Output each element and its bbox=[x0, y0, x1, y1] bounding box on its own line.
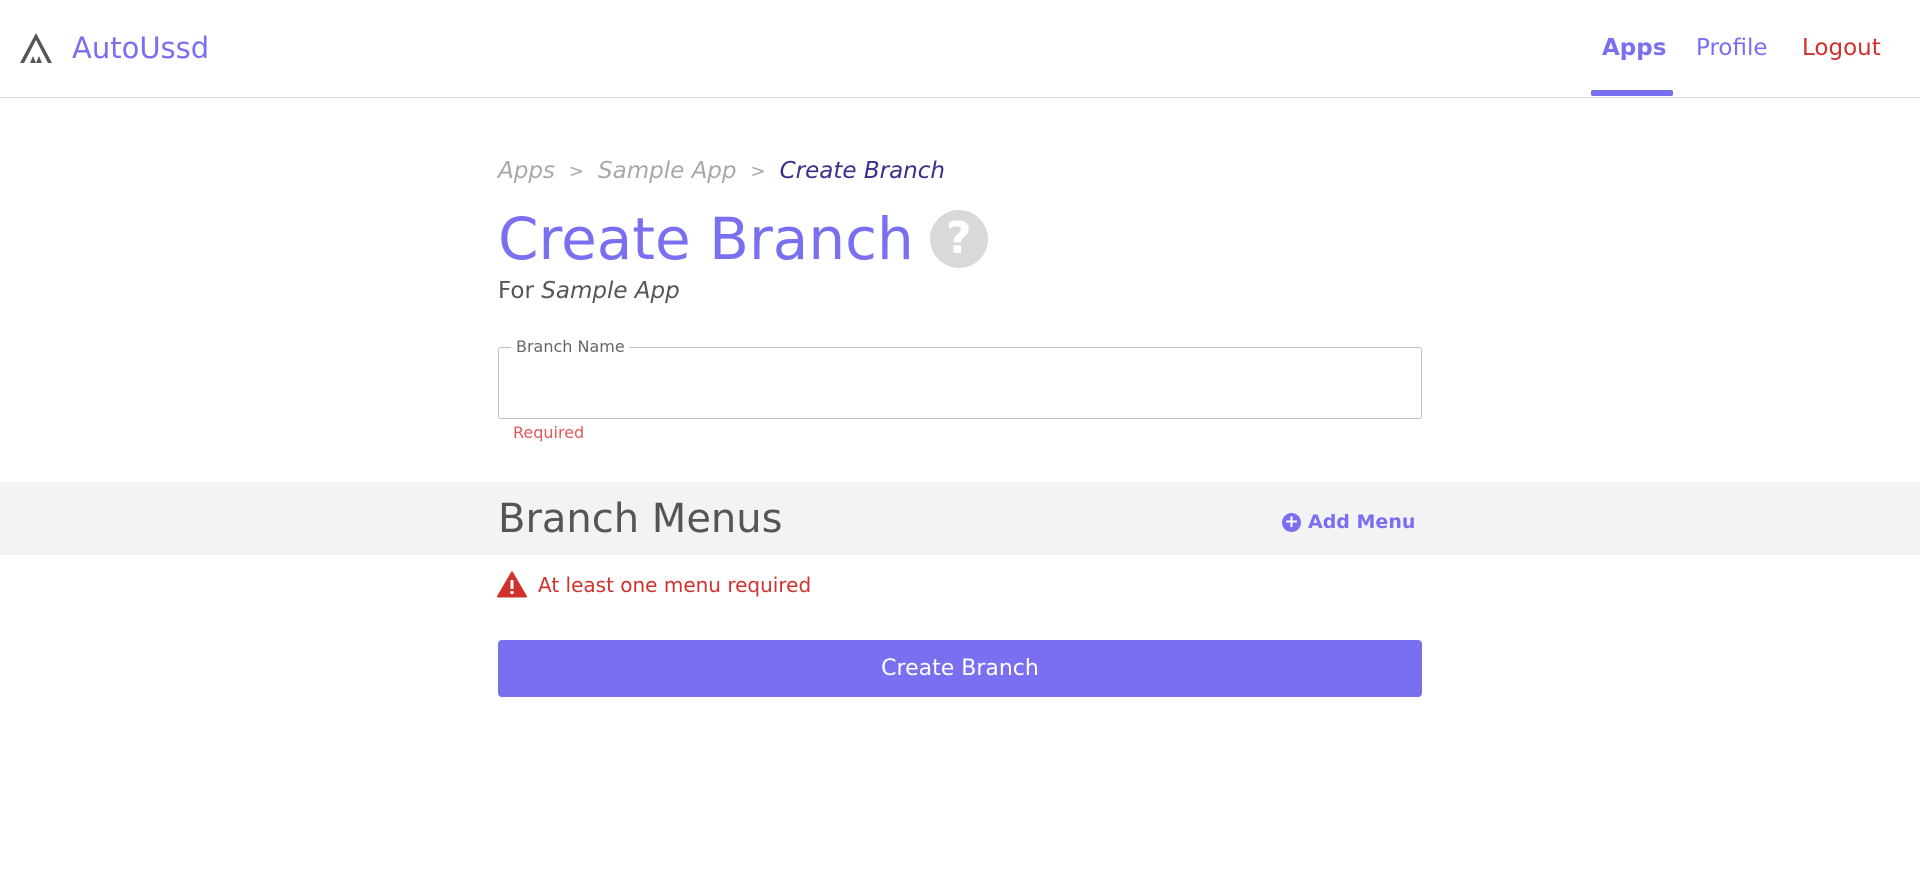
brand-name: AutoUssd bbox=[72, 31, 210, 65]
page-title: Create Branch bbox=[498, 205, 914, 273]
branch-name-error: Required bbox=[513, 423, 585, 442]
branch-name-field: Branch Name bbox=[498, 337, 1422, 419]
branch-name-label: Branch Name bbox=[511, 337, 630, 357]
menu-required-warning: At least one menu required bbox=[497, 571, 811, 598]
breadcrumb-current: Create Branch bbox=[779, 158, 945, 184]
plus-circle-icon: + bbox=[1282, 512, 1301, 532]
subtitle-app-name: Sample App bbox=[541, 278, 680, 304]
subtitle-prefix: For bbox=[498, 278, 534, 304]
brand[interactable]: AutoUssd bbox=[18, 30, 209, 66]
breadcrumb-separator: > bbox=[568, 160, 585, 182]
mountain-logo-icon bbox=[20, 33, 52, 63]
question-circle-icon[interactable]: ? bbox=[929, 210, 988, 268]
nav-apps[interactable]: Apps bbox=[1602, 33, 1666, 63]
page-subtitle: For Sample App bbox=[498, 278, 680, 304]
page-title-row: Create Branch ? bbox=[498, 204, 988, 274]
create-branch-button[interactable]: Create Branch bbox=[498, 640, 1422, 697]
add-menu-label: Add Menu bbox=[1308, 511, 1416, 533]
nav-profile[interactable]: Profile bbox=[1696, 33, 1768, 63]
breadcrumb-sample-app[interactable]: Sample App bbox=[598, 158, 736, 184]
active-nav-indicator bbox=[1591, 90, 1673, 96]
branch-name-input[interactable] bbox=[513, 366, 1403, 402]
nav-logout[interactable]: Logout bbox=[1802, 33, 1881, 63]
add-menu-button[interactable]: + Add Menu bbox=[1282, 511, 1415, 533]
breadcrumb-apps[interactable]: Apps bbox=[498, 158, 555, 184]
breadcrumb-separator: > bbox=[750, 160, 766, 182]
breadcrumb: Apps > Sample App > Create Branch bbox=[498, 158, 945, 184]
warning-text: At least one menu required bbox=[538, 572, 812, 597]
warning-triangle-icon bbox=[497, 571, 527, 598]
branch-menus-header-band bbox=[0, 482, 1920, 555]
branch-menus-title: Branch Menus bbox=[498, 496, 783, 542]
top-navbar: AutoUssd Apps Profile Logout bbox=[0, 0, 1920, 98]
